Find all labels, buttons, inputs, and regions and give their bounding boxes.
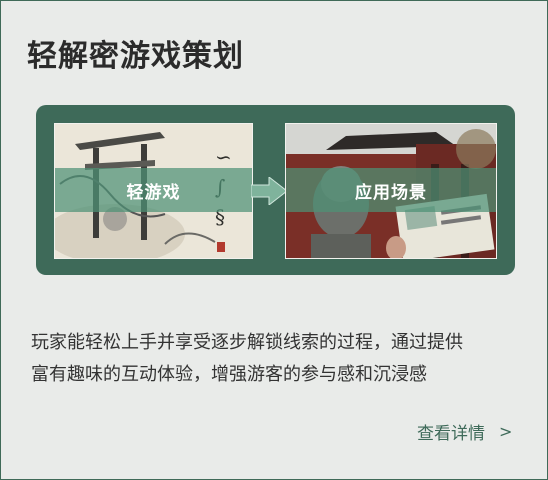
light-game-band: 轻游戏: [55, 168, 252, 212]
application-scene-label: 应用场景: [355, 182, 427, 203]
game-design-card: 轻解密游戏策划 ∽ ∫ § 轻游戏: [0, 0, 548, 480]
application-scene-image: 应用场景: [285, 123, 497, 259]
light-game-image: ∽ ∫ § 轻游戏: [54, 123, 253, 259]
arrow-right-icon: [251, 177, 287, 205]
description-line: 玩家能轻松上手并享受逐步解锁线索的过程，通过提供: [31, 332, 463, 353]
view-details-label: 查看详情: [417, 424, 485, 444]
light-game-label: 轻游戏: [126, 182, 181, 203]
hero-banner: ∽ ∫ § 轻游戏: [36, 105, 515, 275]
view-details-link[interactable]: 查看详情 >: [417, 419, 512, 444]
card-title: 轻解密游戏策划: [27, 39, 244, 74]
svg-text:∽: ∽: [215, 145, 232, 169]
chevron-right-icon: >: [499, 422, 513, 441]
card-description: 玩家能轻松上手并享受逐步解锁线索的过程，通过提供 富有趣味的互动体验，增强游客的…: [31, 327, 523, 391]
description-line: 富有趣味的互动体验，增强游客的参与感和沉浸感: [31, 364, 427, 385]
application-scene-band: 应用场景: [286, 168, 496, 212]
